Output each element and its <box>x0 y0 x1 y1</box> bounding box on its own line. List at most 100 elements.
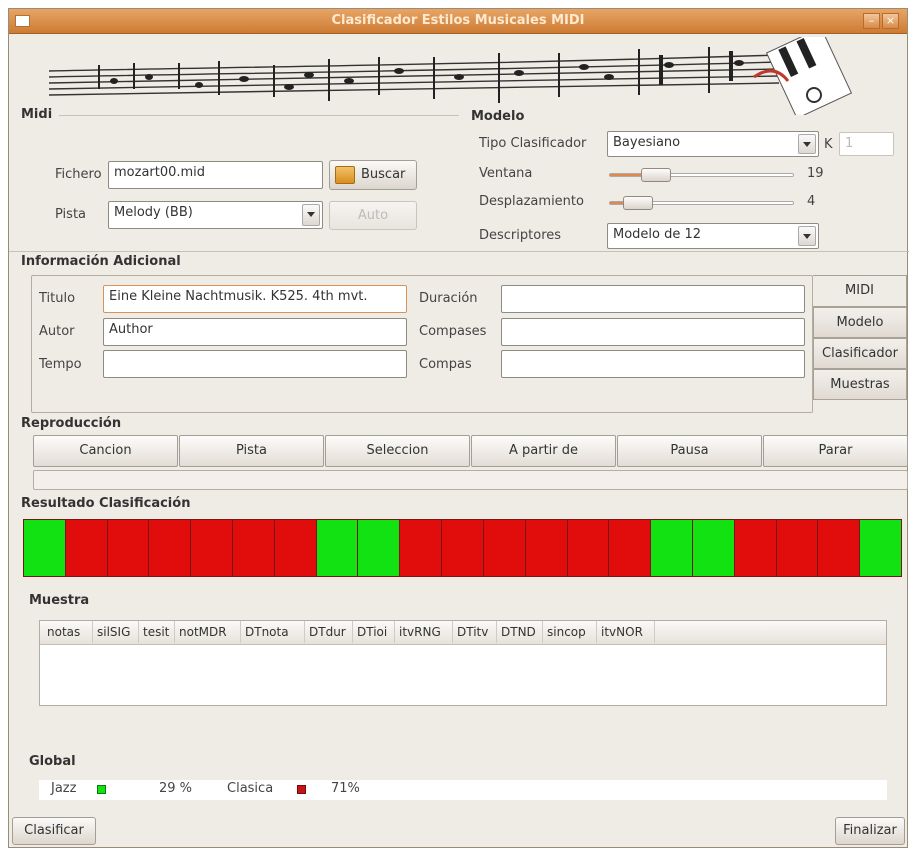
column-header-dtioi[interactable]: DTioi <box>353 621 395 643</box>
global-section-label: Global <box>29 754 76 769</box>
k-value: 1 <box>845 136 854 151</box>
tipo-clasificador-value: Bayesiano <box>613 135 681 150</box>
column-header-tesit[interactable]: tesit <box>139 621 175 643</box>
clasica-percent: 71% <box>331 781 360 796</box>
clasica-legend-icon <box>297 785 306 794</box>
resultado-section-label: Resultado Clasificación <box>21 496 191 511</box>
result-segment-clasica <box>817 519 861 577</box>
tempo-input[interactable] <box>103 350 407 378</box>
desplazamiento-value: 4 <box>807 194 816 209</box>
result-segment-jazz <box>357 519 401 577</box>
result-segment-jazz <box>315 519 359 577</box>
minimize-icon[interactable]: – <box>863 13 880 29</box>
folder-icon <box>335 166 355 184</box>
result-segment-clasica <box>608 519 652 577</box>
column-header-dtnd[interactable]: DTND <box>497 621 543 643</box>
descriptores-label: Descriptores <box>479 228 562 243</box>
fichero-input[interactable]: mozart00.mid <box>108 161 323 189</box>
result-segment-clasica <box>399 519 443 577</box>
column-header-silsig[interactable]: silSIG <box>93 621 139 643</box>
auto-button[interactable]: Auto <box>329 201 417 230</box>
duracion-label: Duración <box>419 291 478 306</box>
result-segment-clasica <box>482 519 526 577</box>
result-segment-clasica <box>190 519 234 577</box>
result-segment-clasica <box>273 519 317 577</box>
music-staff-banner <box>48 37 853 115</box>
buscar-label: Buscar <box>361 167 406 182</box>
finalizar-button[interactable]: Finalizar <box>835 817 905 845</box>
column-header-notmdr[interactable]: notMDR <box>175 621 241 643</box>
result-segment-jazz <box>23 519 66 577</box>
modelo-section-label: Modelo <box>471 109 525 124</box>
autor-input[interactable]: Author <box>103 318 407 346</box>
result-segment-clasica <box>148 519 192 577</box>
compases-input[interactable] <box>501 318 805 346</box>
result-segment-jazz <box>859 519 902 577</box>
descriptores-select[interactable]: Modelo de 12 <box>607 223 819 249</box>
tab-muestras[interactable]: Muestras <box>813 369 907 400</box>
column-header-dtnota[interactable]: DTnota <box>241 621 305 643</box>
pista-select[interactable]: Melody (BB) <box>108 201 323 229</box>
ventana-value: 19 <box>807 166 824 181</box>
pista-value: Melody (BB) <box>114 205 193 220</box>
column-header-dtitv[interactable]: DTitv <box>453 621 497 643</box>
info-separator <box>9 251 909 252</box>
pausa-button[interactable]: Pausa <box>617 435 762 467</box>
auto-label: Auto <box>357 208 389 223</box>
compas-input[interactable] <box>501 350 805 378</box>
column-header-itvrng[interactable]: itvRNG <box>395 621 453 643</box>
duracion-input[interactable] <box>501 285 805 313</box>
info-section-label: Información Adicional <box>21 254 181 269</box>
pista-label: Pista <box>55 207 87 222</box>
buscar-button[interactable]: Buscar <box>329 160 417 190</box>
result-segment-clasica <box>232 519 275 577</box>
result-segment-clasica <box>566 519 610 577</box>
ventana-slider-handle[interactable] <box>641 168 671 182</box>
seleccion-button[interactable]: Seleccion <box>325 435 470 467</box>
a-partir-de-button[interactable]: A partir de <box>471 435 616 467</box>
tab-modelo[interactable]: Modelo <box>813 307 907 338</box>
result-segment-clasica <box>106 519 150 577</box>
ventana-label: Ventana <box>479 166 533 181</box>
column-header-sincop[interactable]: sincop <box>543 621 597 643</box>
chevron-down-icon <box>798 226 816 246</box>
result-segment-clasica <box>64 519 108 577</box>
app-window: Clasificador Estilos Musicales MIDI –× <box>8 8 909 848</box>
result-segment-clasica <box>524 519 568 577</box>
tempo-label: Tempo <box>39 357 82 372</box>
pista-play-button[interactable]: Pista <box>179 435 324 467</box>
result-segment-jazz <box>650 519 693 577</box>
ventana-slider[interactable] <box>609 168 794 182</box>
desplazamiento-slider-handle[interactable] <box>623 196 653 210</box>
clasificar-button[interactable]: Clasificar <box>12 817 96 845</box>
column-header-dtdur[interactable]: DTdur <box>305 621 353 643</box>
result-segment-clasica <box>441 519 484 577</box>
tipo-clasificador-label: Tipo Clasificador <box>479 136 587 151</box>
compas-label: Compas <box>419 357 472 372</box>
desplazamiento-slider[interactable] <box>609 196 794 210</box>
tipo-clasificador-select[interactable]: Bayesiano <box>607 131 819 157</box>
jazz-label: Jazz <box>51 781 77 796</box>
column-header-notas[interactable]: notas <box>43 621 93 643</box>
parar-button[interactable]: Parar <box>763 435 908 467</box>
fichero-label: Fichero <box>55 167 102 182</box>
close-icon[interactable]: × <box>882 13 899 29</box>
reproduccion-section-label: Reproducción <box>21 416 122 431</box>
k-spinner[interactable]: 1 <box>839 132 894 156</box>
tab-midi[interactable]: MIDI <box>813 275 907 307</box>
tab-clasificador[interactable]: Clasificador <box>813 338 907 369</box>
titulo-input[interactable]: Eine Kleine Nachtmusik. K525. 4th mvt. <box>103 285 407 313</box>
midi-separator <box>59 115 459 116</box>
jazz-percent: 29 % <box>159 781 193 796</box>
clasica-label: Clasica <box>227 781 274 796</box>
descriptores-value: Modelo de 12 <box>613 227 702 242</box>
midi-section-label: Midi <box>21 107 53 122</box>
result-segment-clasica <box>733 519 777 577</box>
window-title: Clasificador Estilos Musicales MIDI <box>331 13 585 28</box>
compases-label: Compases <box>419 324 487 339</box>
title-bar: Clasificador Estilos Musicales MIDI – × <box>9 9 907 34</box>
playback-progress-bar[interactable] <box>33 470 908 490</box>
column-header-itvnor[interactable]: itvNOR <box>597 621 655 643</box>
muestra-section-label: Muestra <box>29 593 90 608</box>
cancion-button[interactable]: Cancion <box>33 435 178 467</box>
